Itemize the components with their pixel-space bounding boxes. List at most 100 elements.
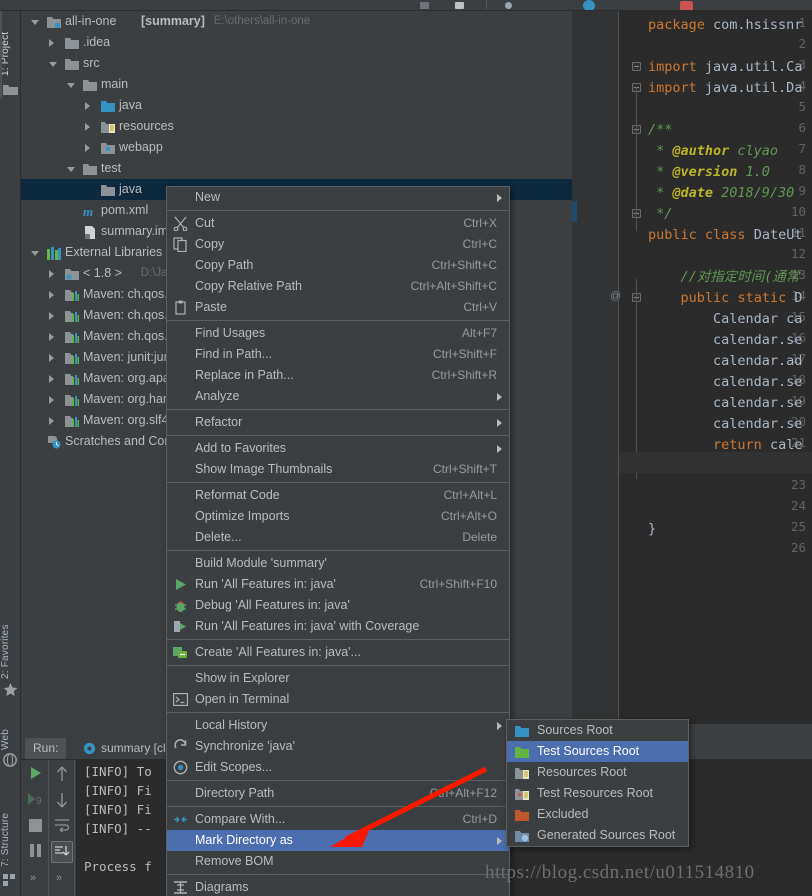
menu-item[interactable]: Replace in Path... Ctrl+Shift+R <box>167 365 509 386</box>
override-gutter-icon[interactable]: @ <box>610 290 621 302</box>
chevron-right-icon[interactable] <box>49 291 54 299</box>
code-editor[interactable]: 1 package com.hsissnr 2 3 import java.util.C… <box>572 11 812 737</box>
chevron-right-icon[interactable] <box>49 375 54 383</box>
down-icon[interactable] <box>55 792 69 813</box>
menu-item[interactable]: Show in Explorer <box>167 668 509 689</box>
menu-item-label: Diagrams <box>195 880 249 894</box>
chevron-right-icon[interactable] <box>85 102 90 110</box>
menu-item[interactable]: Find Usages Alt+F7 <box>167 323 509 344</box>
chevron-right-icon[interactable] <box>49 312 54 320</box>
menu-item[interactable]: Edit Scopes... <box>167 757 509 778</box>
toolbar-icon-2[interactable] <box>455 2 464 9</box>
menu-item[interactable]: Analyze <box>167 386 509 407</box>
menu-item[interactable]: Paste Ctrl+V <box>167 297 509 318</box>
chevron-down-icon[interactable] <box>31 251 39 256</box>
chevron-down-icon[interactable] <box>67 167 75 172</box>
menu-item[interactable]: Copy Path Ctrl+Shift+C <box>167 255 509 276</box>
mark-directory-as-submenu[interactable]: Sources Root Test Sources Root Resources R… <box>506 719 689 847</box>
tree-row[interactable]: java <box>21 95 572 116</box>
menu-item[interactable]: Find in Path... Ctrl+Shift+F <box>167 344 509 365</box>
submenu-item[interactable]: Sources Root <box>507 720 688 741</box>
menu-item[interactable]: New <box>167 187 509 208</box>
menu-item[interactable]: Optimize Imports Ctrl+Alt+O <box>167 506 509 527</box>
menu-separator <box>167 482 509 483</box>
tree-row[interactable]: src <box>21 53 572 74</box>
editor-gutter[interactable] <box>572 11 619 724</box>
menu-item[interactable]: Run 'All Features in: java' Ctrl+Shift+F1… <box>167 574 509 595</box>
menu-item[interactable]: Run 'All Features in: java' with Coverag… <box>167 616 509 637</box>
tree-row[interactable]: webapp <box>21 137 572 158</box>
run-icon[interactable] <box>29 766 43 785</box>
menu-item[interactable]: Mark Directory as <box>167 830 509 851</box>
fold-toggle-icon[interactable] <box>632 62 641 71</box>
chevron-right-icon[interactable] <box>85 123 90 131</box>
menu-item[interactable]: Delete... Delete <box>167 527 509 548</box>
menu-item[interactable]: Show Image Thumbnails Ctrl+Shift+T <box>167 459 509 480</box>
submenu-item[interactable]: Excluded <box>507 804 688 825</box>
menu-item[interactable]: Synchronize 'java' <box>167 736 509 757</box>
code-line: */ <box>648 206 673 222</box>
menu-item[interactable]: Cut Ctrl+X <box>167 213 509 234</box>
chevron-right-icon[interactable] <box>49 333 54 341</box>
toolbar-icon-3[interactable] <box>505 2 512 9</box>
menu-item-label: Copy Relative Path <box>195 279 303 293</box>
submenu-item[interactable]: Generated Sources Root <box>507 825 688 846</box>
menu-item[interactable]: Local History <box>167 715 509 736</box>
chevron-right-icon[interactable] <box>85 144 90 152</box>
menu-item[interactable]: Build Module 'summary' <box>167 553 509 574</box>
sidebar-item-project[interactable]: 1: Project <box>0 14 21 76</box>
sidebar-item-favorites[interactable]: 2: Favorites <box>0 607 21 679</box>
stop-icon[interactable] <box>29 819 42 832</box>
submenu-item[interactable]: Resources Root <box>507 762 688 783</box>
sidebar-item-structure[interactable]: 7: Structure <box>0 789 21 867</box>
menu-item-label: Run 'All Features in: java' with Coverag… <box>195 619 420 633</box>
menu-item[interactable]: Debug 'All Features in: java' <box>167 595 509 616</box>
tree-row[interactable]: resources <box>21 116 572 137</box>
excluded-folder-icon <box>515 808 529 821</box>
run-config-tab[interactable]: summary [cle <box>101 738 172 759</box>
menu-item[interactable]: Copy Relative Path Ctrl+Alt+Shift+C <box>167 276 509 297</box>
tree-row[interactable]: main <box>21 74 572 95</box>
code-line: calendar.se <box>648 374 803 390</box>
chevron-right-icon[interactable] <box>49 270 54 278</box>
menu-item-shortcut: Ctrl+Shift+C <box>431 258 497 272</box>
up-icon[interactable] <box>55 766 69 787</box>
menu-item[interactable]: Compare With... Ctrl+D <box>167 809 509 830</box>
menu-item[interactable]: Open in Terminal <box>167 689 509 710</box>
rerun-failed-icon[interactable]: 9 <box>27 792 44 811</box>
chevron-right-icon[interactable] <box>49 396 54 404</box>
menu-item[interactable]: Copy Ctrl+C <box>167 234 509 255</box>
menu-item[interactable]: Refactor <box>167 412 509 433</box>
expand-more-icon[interactable]: » <box>30 872 36 884</box>
expand-more-icon-2[interactable]: » <box>56 872 62 884</box>
chevron-right-icon[interactable] <box>49 39 54 47</box>
menu-item[interactable]: Create 'All Features in: java'... <box>167 642 509 663</box>
code-line: public static D <box>680 290 803 306</box>
sidebar-item-web[interactable]: Web <box>0 716 21 750</box>
tree-row[interactable]: .idea <box>21 32 572 53</box>
chevron-down-icon[interactable] <box>67 83 75 88</box>
tree-row[interactable]: test <box>21 158 572 179</box>
menu-item[interactable]: Reformat Code Ctrl+Alt+L <box>167 485 509 506</box>
tree-row-label: java <box>119 98 142 112</box>
submenu-item[interactable]: Test Sources Root <box>507 741 688 762</box>
pause-icon[interactable] <box>29 844 42 862</box>
chevron-right-icon[interactable] <box>49 417 54 425</box>
console-line: Process f <box>84 859 152 874</box>
menu-item[interactable]: Directory Path Ctrl+Alt+F12 <box>167 783 509 804</box>
toolbar-icon-1[interactable] <box>420 2 429 9</box>
folder-icon <box>65 36 79 49</box>
menu-item[interactable]: Add to Favorites <box>167 438 509 459</box>
chevron-down-icon[interactable] <box>31 20 39 25</box>
line-number: 23 <box>790 477 806 492</box>
compare-icon <box>173 812 188 827</box>
scroll-to-end-icon[interactable] <box>51 841 73 863</box>
project-context-menu[interactable]: New Cut Ctrl+X Copy Ctrl+C Copy Path Ctrl+Shif… <box>166 186 510 896</box>
chevron-right-icon[interactable] <box>49 354 54 362</box>
chevron-down-icon[interactable] <box>49 62 57 67</box>
menu-item[interactable]: Remove BOM <box>167 851 509 872</box>
submenu-item[interactable]: Test Resources Root <box>507 783 688 804</box>
soft-wrap-icon[interactable] <box>54 818 70 837</box>
menu-item[interactable]: Diagrams <box>167 877 509 896</box>
tree-row[interactable]: all-in-one [summary] E:\others\all-in-one <box>21 11 572 32</box>
